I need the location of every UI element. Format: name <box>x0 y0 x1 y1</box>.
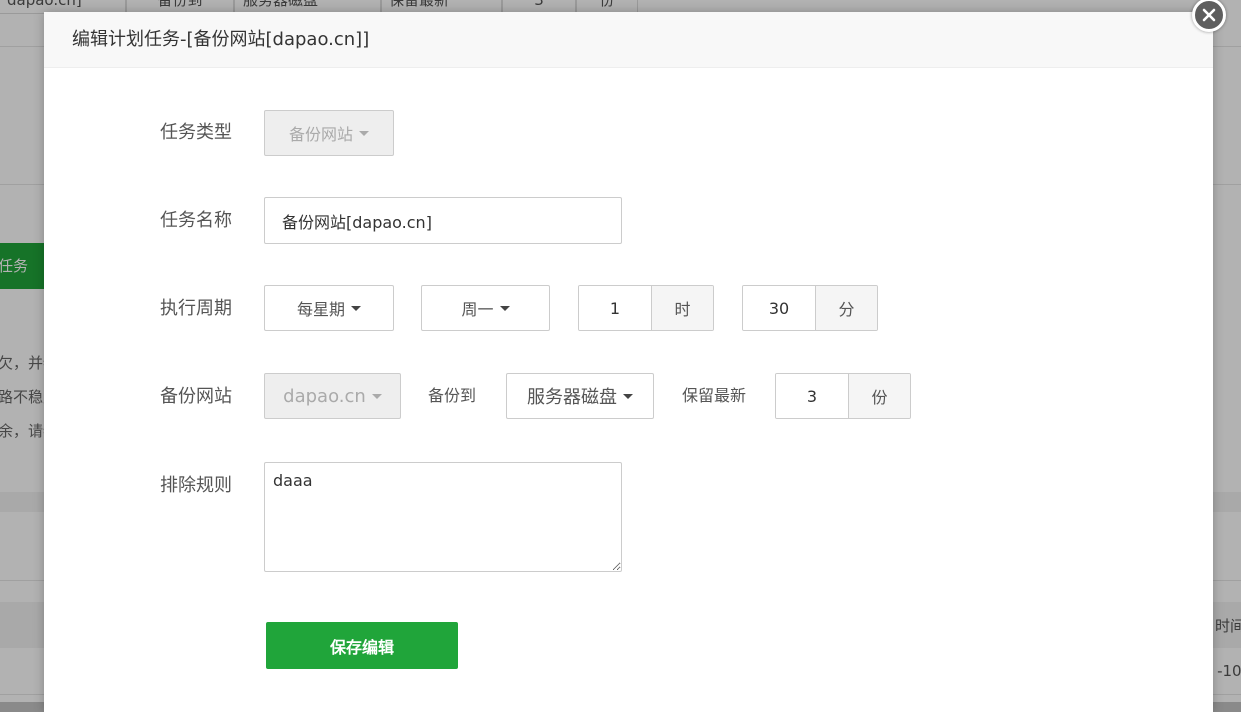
close-icon <box>1202 8 1216 22</box>
backup-site-value: dapao.cn <box>283 385 366 407</box>
backup-target-value: 服务器磁盘 <box>527 387 617 408</box>
period-select[interactable]: 每星期 <box>264 285 394 331</box>
schedule-label: 执行周期 <box>160 298 232 319</box>
weekday-select[interactable]: 周一 <box>421 285 550 331</box>
minute-input[interactable]: 30 <box>743 286 815 330</box>
hour-unit: 时 <box>651 286 713 330</box>
task-name-label: 任务名称 <box>160 210 232 231</box>
caret-down-icon <box>359 130 369 136</box>
backup-site-select[interactable]: dapao.cn <box>264 373 401 419</box>
backup-site-label: 备份网站 <box>160 386 232 407</box>
hour-input[interactable]: 1 <box>579 286 651 330</box>
task-type-select[interactable]: 备份网站 <box>264 110 394 156</box>
period-value: 每星期 <box>296 300 345 319</box>
minute-input-group: 30 分 <box>742 285 878 331</box>
save-edit-button[interactable]: 保存编辑 <box>266 622 458 669</box>
task-type-label: 任务类型 <box>160 122 232 143</box>
modal-header: 编辑计划任务-[备份网站[dapao.cn]] <box>44 12 1213 68</box>
exclude-rules-textarea[interactable]: daaa <box>264 462 622 572</box>
keep-count-group: 3 份 <box>775 373 911 419</box>
backup-to-label: 备份到 <box>428 386 477 405</box>
weekday-value: 周一 <box>461 300 494 319</box>
caret-down-icon <box>351 305 361 311</box>
caret-down-icon <box>623 393 633 399</box>
task-name-input[interactable]: 备份网站[dapao.cn] <box>264 197 622 244</box>
keep-count-unit: 份 <box>848 374 910 418</box>
keep-count-input[interactable]: 3 <box>776 374 848 418</box>
backup-target-select[interactable]: 服务器磁盘 <box>506 373 654 419</box>
exclude-rules-label: 排除规则 <box>160 475 232 496</box>
task-type-value: 备份网站 <box>288 125 353 144</box>
minute-unit: 分 <box>815 286 877 330</box>
edit-task-modal: 编辑计划任务-[备份网站[dapao.cn]] 任务类型 备份网站 任务名称 备… <box>44 12 1213 712</box>
keep-latest-label: 保留最新 <box>682 386 747 405</box>
modal-title: 编辑计划任务-[备份网站[dapao.cn]] <box>72 29 370 50</box>
caret-down-icon <box>371 393 382 399</box>
hour-input-group: 1 时 <box>578 285 714 331</box>
caret-down-icon <box>499 305 510 311</box>
